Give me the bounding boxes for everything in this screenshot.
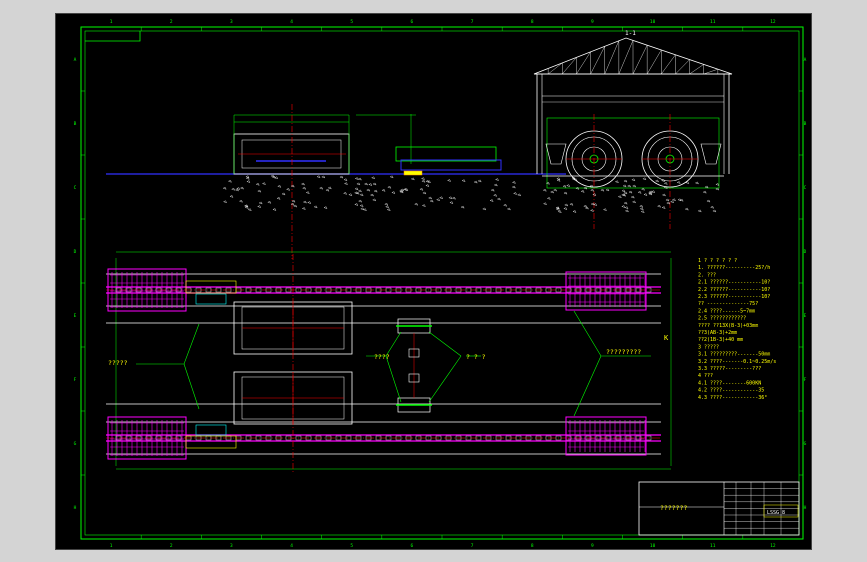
spec-line: ???? ??13X(B-3)+03mm (698, 323, 758, 329)
column-ref-5: 5 (350, 543, 353, 549)
spec-line: 2.1 ??????-----------10? (698, 280, 770, 286)
title-block: ??????? LSSG 8 (638, 481, 800, 536)
spec-line: 2. ??? (698, 272, 716, 278)
spec-line: 4.3 ????------------36° (698, 395, 767, 401)
callout-right: ????????? (606, 348, 641, 356)
column-ref-6: 6 (411, 543, 414, 549)
column-ref-5: 5 (350, 19, 353, 25)
column-ref-4: 4 (290, 19, 293, 25)
column-ref-8: 8 (531, 543, 534, 549)
spec-line: 2.4 ????------5~7mm (698, 308, 755, 314)
row-ref-C: C (74, 185, 77, 191)
column-ref-10: 10 (650, 543, 656, 549)
row-ref-H: H (74, 505, 77, 511)
row-ref-F: F (74, 377, 77, 383)
callout-mid-left: ???? (374, 353, 390, 361)
column-ref-12: 12 (770, 19, 776, 25)
spec-line: ??2(1B-3)+40 mm (698, 337, 743, 343)
spec-line: 4 ??? (698, 373, 713, 379)
spec-line: 1. ??????----------25?/h (698, 265, 770, 271)
drawing-canvas[interactable]: 1 1 2 2 3 3 4 4 5 5 6 6 7 7 8 8 9 9 10 10 11 11 12 12 AABBCCDDE… (55, 13, 812, 550)
side-elevation-view (106, 104, 566, 259)
row-ref-C: C (804, 185, 807, 191)
row-ref-D: D (804, 249, 807, 255)
spec-line: 4.1 ????--------600KN (698, 380, 761, 386)
column-ref-1: 1 (110, 19, 113, 25)
drawing-inner-border (84, 30, 800, 536)
section-label: 1-1 (625, 30, 636, 37)
column-ref-8: 8 (531, 19, 534, 25)
drawing-number: LSSG 8 (767, 510, 785, 516)
ground-hatch-right (542, 176, 720, 214)
drive-cylinders (396, 318, 432, 413)
column-ref-9: 9 (591, 19, 594, 25)
drawing-svg: 112233445566778899101011111212 A AB BC CD DE… (74, 19, 807, 549)
spec-line: 3.1 ?????????-------50mm (698, 352, 770, 358)
row-ticks: A A B B C C D D E E F F G G H H (74, 57, 807, 511)
corner-label-box (85, 31, 141, 42)
column-ref-12: 12 (770, 543, 776, 549)
spec-line: 1 ? ? ? ? ? ? (698, 258, 737, 264)
column-ref-3: 3 (230, 543, 233, 549)
column-ref-11: 11 (710, 543, 716, 549)
column-ticks: 112233445566778899101011111212 (110, 19, 776, 549)
row-ref-E: E (804, 313, 807, 319)
column-ref-6: 6 (411, 19, 414, 25)
spec-line: 3.3 ?????---------??? (698, 366, 761, 372)
plan-view: ????? ???? ? ? ? ????????? K (106, 251, 672, 474)
column-ref-2: 2 (170, 543, 173, 549)
column-ref-11: 11 (710, 19, 716, 25)
spec-line: 3 ????? (698, 344, 719, 350)
callout-left-upper: ????? (108, 359, 128, 367)
technical-spec-notes: 1 ? ? ? ? ? ?1. ??????----------25?/h2. … (698, 258, 776, 401)
spec-line: 2.5 ???????????? (698, 316, 746, 322)
callout-mid-right: ? ? ? (466, 353, 486, 361)
cad-viewport[interactable]: 1 1 2 2 3 3 4 4 5 5 6 6 7 7 8 8 9 9 10 10 11 11 12 12 AABBCCDDE… (0, 0, 867, 562)
spec-line: 4.2 ????------------35 (698, 388, 764, 394)
row-ref-H: H (804, 505, 807, 511)
column-ref-9: 9 (591, 543, 594, 549)
spec-line: 2.2 ??????-----------10? (698, 287, 770, 293)
row-ref-G: G (74, 441, 77, 447)
column-ref-7: 7 (471, 543, 474, 549)
spec-line: 3.2 ????-------0.1~0.25m/s (698, 359, 776, 365)
column-ref-2: 2 (170, 19, 173, 25)
row-ref-B: B (74, 121, 77, 127)
view-label: K (664, 334, 669, 342)
section-view-1-1: 1-1 (533, 30, 733, 229)
row-ref-E: E (74, 313, 77, 319)
column-ref-1: 1 (110, 543, 113, 549)
spec-line: ?? --------------75? (698, 301, 758, 307)
row-ref-A: A (804, 57, 807, 63)
row-ref-G: G (804, 441, 807, 447)
row-ref-F: F (804, 377, 807, 383)
column-ref-10: 10 (650, 19, 656, 25)
column-ref-4: 4 (290, 543, 293, 549)
spec-line: ??3(AB-3)+2mm (698, 330, 737, 336)
drawing-title: ??????? (660, 504, 687, 512)
column-ref-3: 3 (230, 19, 233, 25)
spec-line: 2.3 ??????-----------10? (698, 294, 770, 300)
row-ref-D: D (74, 249, 77, 255)
ground-hatch-left (222, 174, 522, 212)
column-ref-7: 7 (471, 19, 474, 25)
row-ref-B: B (804, 121, 807, 127)
drawing-border (80, 26, 804, 540)
row-ref-A: A (74, 57, 77, 63)
